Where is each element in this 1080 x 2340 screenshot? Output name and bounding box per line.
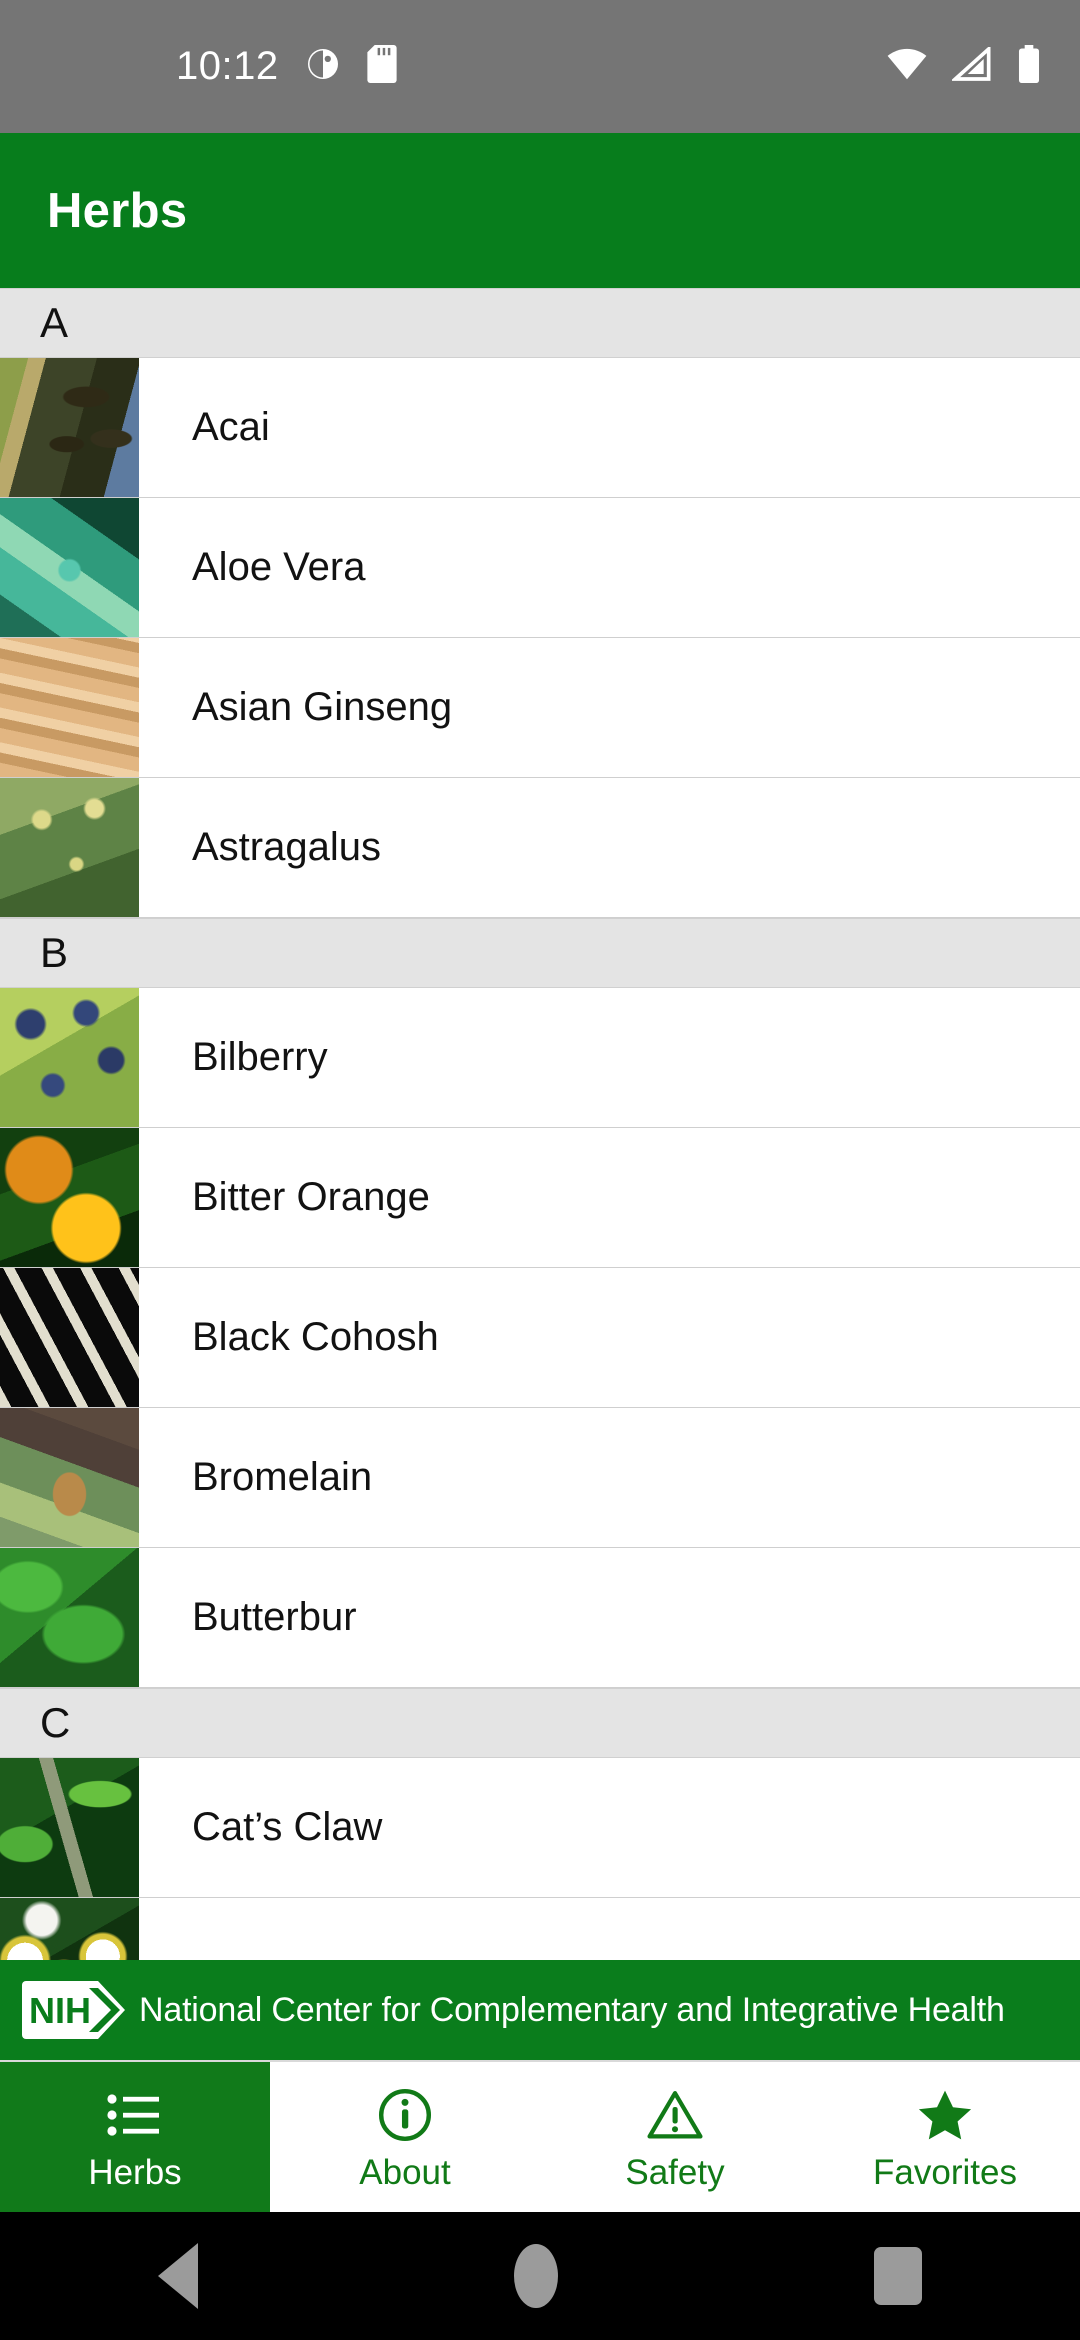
section-letter: C bbox=[40, 1699, 71, 1746]
herb-thumbnail bbox=[0, 358, 139, 497]
list-item[interactable]: Asian Ginseng bbox=[0, 638, 1080, 778]
info-circle-icon bbox=[375, 2085, 435, 2145]
herb-name: Black Cohosh bbox=[192, 1315, 439, 1359]
do-not-disturb-icon bbox=[305, 46, 341, 87]
herb-name: Aloe Vera bbox=[192, 545, 366, 589]
tab-safety-label: Safety bbox=[625, 2152, 725, 2192]
list-item[interactable] bbox=[0, 1898, 1080, 1960]
section-header-c: C bbox=[0, 1688, 1080, 1758]
herb-thumbnail bbox=[0, 498, 139, 637]
home-button[interactable] bbox=[514, 2244, 558, 2308]
herb-name: Butterbur bbox=[192, 1595, 357, 1639]
list-item[interactable]: Bilberry bbox=[0, 988, 1080, 1128]
nih-banner: NIH National Center for Complementary an… bbox=[0, 1960, 1080, 2060]
section-letter: B bbox=[40, 929, 69, 976]
herb-name bbox=[139, 1898, 1080, 1960]
tab-about[interactable]: About bbox=[270, 2062, 540, 2212]
herb-name: Bilberry bbox=[192, 1035, 328, 1079]
list-item[interactable]: Butterbur bbox=[0, 1548, 1080, 1688]
wifi-icon bbox=[886, 47, 928, 86]
list-item[interactable]: Bromelain bbox=[0, 1408, 1080, 1548]
tab-favorites[interactable]: Favorites bbox=[810, 2062, 1080, 2212]
herb-thumbnail bbox=[0, 1758, 139, 1897]
tab-about-label: About bbox=[359, 2152, 451, 2192]
list-item[interactable]: Astragalus bbox=[0, 778, 1080, 918]
herb-name: Astragalus bbox=[192, 825, 381, 869]
herb-thumbnail bbox=[0, 988, 139, 1127]
status-bar-left: 10:12 bbox=[176, 44, 397, 89]
herb-list[interactable]: A Acai Aloe Vera Asian Ginseng Astragalus B Bi… bbox=[0, 288, 1080, 1960]
list-icon bbox=[105, 2085, 165, 2145]
herb-name: Bromelain bbox=[192, 1455, 373, 1499]
herb-thumbnail bbox=[0, 1408, 139, 1547]
herb-name: Bitter Orange bbox=[192, 1175, 430, 1219]
herb-name: Acai bbox=[192, 405, 270, 449]
status-bar-right bbox=[886, 44, 1042, 88]
app-screen: 10:12 Herbs A Acai Aloe Vera Asian Ginse… bbox=[0, 0, 1080, 2340]
herb-thumbnail bbox=[0, 1898, 139, 1960]
tab-herbs[interactable]: Herbs bbox=[0, 2062, 270, 2212]
list-item[interactable]: Bitter Orange bbox=[0, 1128, 1080, 1268]
herb-thumbnail bbox=[0, 778, 139, 917]
star-icon bbox=[915, 2085, 975, 2145]
status-bar-clock: 10:12 bbox=[176, 44, 279, 88]
tab-favorites-label: Favorites bbox=[873, 2152, 1017, 2192]
warning-triangle-icon bbox=[645, 2085, 705, 2145]
app-bar: Herbs bbox=[0, 133, 1080, 288]
nih-logo-icon: NIH bbox=[20, 1979, 127, 2041]
back-button[interactable] bbox=[158, 2243, 198, 2309]
herb-thumbnail bbox=[0, 1268, 139, 1407]
status-bar: 10:12 bbox=[0, 0, 1080, 133]
list-item[interactable]: Aloe Vera bbox=[0, 498, 1080, 638]
bottom-tab-bar: Herbs About Safety Favorites bbox=[0, 2060, 1080, 2212]
sd-card-icon bbox=[366, 45, 397, 88]
section-header-a: A bbox=[0, 288, 1080, 358]
list-item[interactable]: Acai bbox=[0, 358, 1080, 498]
herb-name: Cat’s Claw bbox=[192, 1805, 383, 1849]
section-header-b: B bbox=[0, 918, 1080, 988]
tab-safety[interactable]: Safety bbox=[540, 2062, 810, 2212]
list-item[interactable]: Black Cohosh bbox=[0, 1268, 1080, 1408]
herb-name: Asian Ginseng bbox=[192, 685, 453, 729]
svg-text:NIH: NIH bbox=[29, 1990, 91, 2031]
herb-thumbnail bbox=[0, 638, 139, 777]
recents-button[interactable] bbox=[874, 2247, 922, 2305]
list-item[interactable]: Cat’s Claw bbox=[0, 1758, 1080, 1898]
herb-thumbnail bbox=[0, 1548, 139, 1687]
tab-herbs-label: Herbs bbox=[88, 2152, 182, 2192]
battery-icon bbox=[1016, 45, 1042, 88]
herb-thumbnail bbox=[0, 1128, 139, 1267]
section-letter: A bbox=[40, 299, 69, 346]
page-title: Herbs bbox=[47, 183, 188, 238]
nih-banner-text: National Center for Complementary and In… bbox=[139, 1990, 1005, 2029]
system-navigation-bar bbox=[0, 2212, 1080, 2340]
cellular-signal-icon bbox=[950, 44, 992, 86]
